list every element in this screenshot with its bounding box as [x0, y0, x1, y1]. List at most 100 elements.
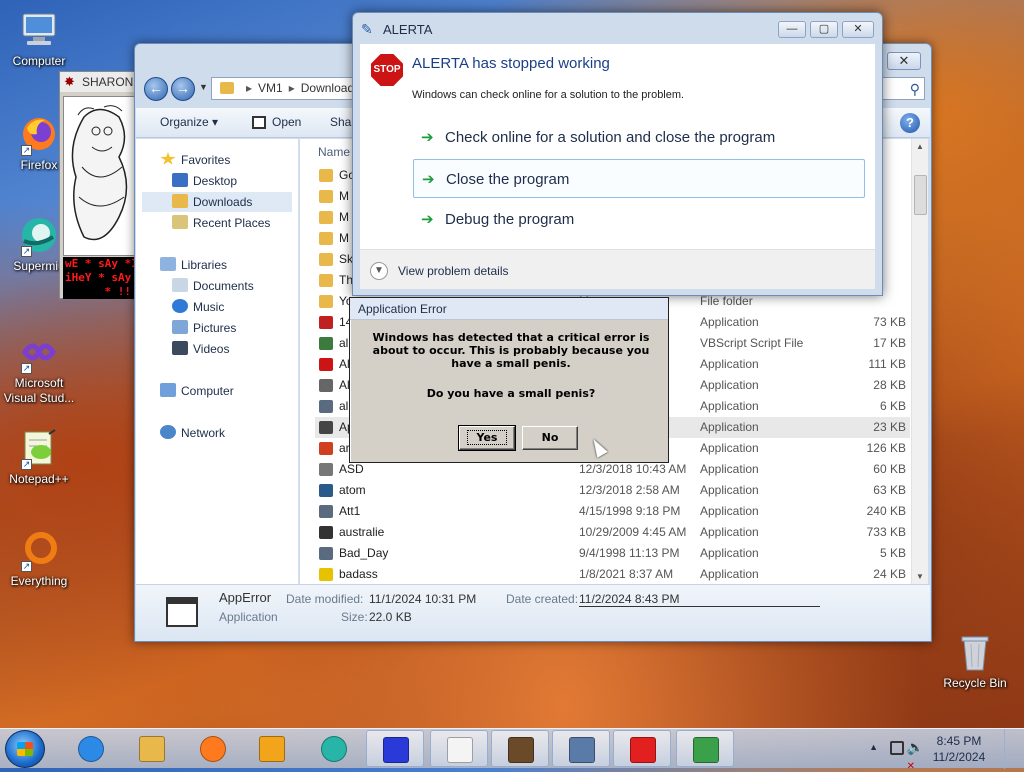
nav-recent-places[interactable]: Recent Places: [172, 213, 270, 233]
file-type: Application: [700, 441, 759, 455]
taskbar-button[interactable]: [243, 730, 301, 767]
taskbar-button[interactable]: [676, 730, 734, 767]
nav-downloads[interactable]: Downloads: [142, 192, 292, 212]
address-folder[interactable]: Download: [301, 81, 354, 95]
nav-music[interactable]: Music: [172, 297, 224, 317]
open-button[interactable]: Open: [272, 115, 301, 129]
computer-icon: [19, 10, 59, 50]
taskbar-button[interactable]: [305, 730, 363, 767]
vertical-scrollbar[interactable]: ▲ ▼: [911, 139, 928, 584]
clock[interactable]: 8:45 PM 11/2/2024: [924, 733, 994, 765]
application-icon: [319, 526, 333, 539]
desktop-icon-computer[interactable]: Computer: [0, 10, 79, 69]
file-size: 60 KB: [873, 462, 906, 476]
desktop-icon-everything[interactable]: ↗ Everything: [0, 530, 79, 589]
file-row[interactable]: atom 12/3/2018 2:58 AM Application 63 KB: [315, 480, 910, 501]
taskbar-button[interactable]: [613, 730, 671, 767]
help-icon[interactable]: ?: [900, 113, 920, 133]
taskbar-button[interactable]: [366, 730, 424, 767]
minimize-button[interactable]: —: [778, 21, 806, 38]
desktop-icon-recycle-bin[interactable]: Recycle Bin: [935, 632, 1015, 691]
folder-icon: [319, 232, 333, 245]
explorer-close-button[interactable]: ✕: [887, 52, 921, 70]
share-button[interactable]: Sha: [330, 115, 351, 129]
sharon-window[interactable]: ✸ SHARON wE * sAy *I iHeY * sAy * * !!: [59, 71, 136, 299]
everything-icon: ↗: [19, 530, 59, 572]
file-row[interactable]: australie 10/29/2009 4:45 AM Application 73…: [315, 522, 910, 543]
search-icon[interactable]: ⚲: [910, 79, 920, 99]
forward-button[interactable]: →: [171, 77, 195, 101]
show-hidden-icons[interactable]: ▲: [869, 742, 878, 752]
back-button[interactable]: ←: [144, 77, 168, 101]
file-size: 23 KB: [873, 420, 906, 434]
network-tray-icon[interactable]: [890, 741, 904, 755]
file-size: 63 KB: [873, 483, 906, 497]
nav-network[interactable]: Network: [160, 423, 225, 443]
nav-libraries[interactable]: Libraries: [160, 255, 227, 275]
visual-studio-icon: ↗: [19, 332, 59, 374]
volume-muted-icon[interactable]: 🔈✕: [907, 739, 924, 772]
view-problem-details-link[interactable]: View problem details: [398, 264, 509, 278]
sharon-titlebar[interactable]: ✸ SHARON: [60, 72, 135, 92]
alerta-headline: ALERTA has stopped working: [412, 55, 610, 72]
application-icon: [319, 547, 333, 560]
organize-button[interactable]: Organize ▾: [160, 115, 218, 129]
close-program-option[interactable]: ➔ Close the program: [413, 159, 865, 198]
shield-check-icon: [693, 737, 719, 763]
details-size-label: Size:: [341, 610, 368, 624]
desktop-icon-notepadpp[interactable]: ↗ Notepad++: [0, 428, 79, 487]
file-row[interactable]: badass 1/8/2021 8:37 AM Application 24 KB: [315, 564, 910, 584]
file-row[interactable]: Att1 4/15/1998 9:18 PM Application 240 KB: [315, 501, 910, 522]
start-button[interactable]: [5, 730, 45, 768]
details-pane: AppError Application Date modified: 11/1…: [136, 584, 930, 641]
file-name: australie: [339, 525, 385, 539]
file-size: 111 KB: [868, 357, 906, 371]
option-label: Debug the program: [445, 211, 575, 228]
application-error-message: Windows has detected that a critical err…: [372, 331, 650, 370]
application-error-dialog[interactable]: Application Error Windows has detected t…: [349, 297, 669, 463]
taskbar-button[interactable]: [552, 730, 610, 767]
show-desktop-button[interactable]: [1004, 729, 1016, 769]
desktop-icon-visual-studio[interactable]: ↗ Microsoft Visual Stud...: [0, 332, 79, 406]
file-size: 17 KB: [873, 336, 906, 350]
taskbar-button[interactable]: [62, 730, 120, 767]
file-size: 28 KB: [873, 378, 906, 392]
desktop-icon-label: Everything: [10, 574, 68, 588]
chevron-down-icon[interactable]: ▼: [370, 262, 388, 280]
taskbar-button[interactable]: [430, 730, 488, 767]
file-name: M: [339, 210, 349, 224]
cartoon-image: [63, 96, 135, 256]
nav-pictures[interactable]: Pictures: [172, 318, 236, 338]
taskbar-button[interactable]: [491, 730, 549, 767]
file-row[interactable]: Bad_Day 9/4/1998 11:13 PM Application 5 KB: [315, 543, 910, 564]
nav-documents[interactable]: Documents: [172, 276, 254, 296]
file-date: 9/4/1998 11:13 PM: [579, 546, 680, 560]
scrollbar-thumb[interactable]: [914, 175, 927, 215]
taskbar-button[interactable]: [123, 730, 181, 767]
nav-computer[interactable]: Computer: [160, 381, 234, 401]
application-icon: [319, 484, 333, 497]
nav-favorites[interactable]: Favorites: [160, 150, 230, 170]
scroll-up-icon[interactable]: ▲: [916, 142, 924, 151]
alerta-title: ALERTA: [383, 22, 433, 37]
close-button[interactable]: ✕: [842, 21, 874, 38]
yes-button[interactable]: Yes: [458, 425, 516, 451]
nav-videos[interactable]: Videos: [172, 339, 229, 359]
file-date: 4/15/1998 9:18 PM: [579, 504, 681, 518]
nav-desktop[interactable]: Desktop: [172, 171, 237, 191]
application-icon: [319, 505, 333, 518]
check-online-option[interactable]: ➔ Check online for a solution and close …: [413, 118, 865, 157]
debug-program-option[interactable]: ➔ Debug the program: [413, 200, 865, 239]
file-size: 24 KB: [873, 567, 906, 581]
address-root[interactable]: VM1: [258, 81, 283, 95]
scroll-down-icon[interactable]: ▼: [916, 572, 924, 581]
folder-icon: [319, 211, 333, 224]
alerta-dialog[interactable]: ✎ ALERTA — ▢ ✕ STOP ALERTA has stopped w…: [352, 12, 883, 296]
maximize-button[interactable]: ▢: [810, 21, 838, 38]
no-button[interactable]: No: [522, 426, 578, 450]
file-name: Att1: [339, 504, 361, 518]
column-header-name[interactable]: Name: [318, 145, 350, 159]
taskbar-button[interactable]: [184, 730, 242, 767]
history-dropdown-icon[interactable]: ▼: [199, 82, 208, 92]
file-date: 10/29/2009 4:45 AM: [579, 525, 687, 539]
